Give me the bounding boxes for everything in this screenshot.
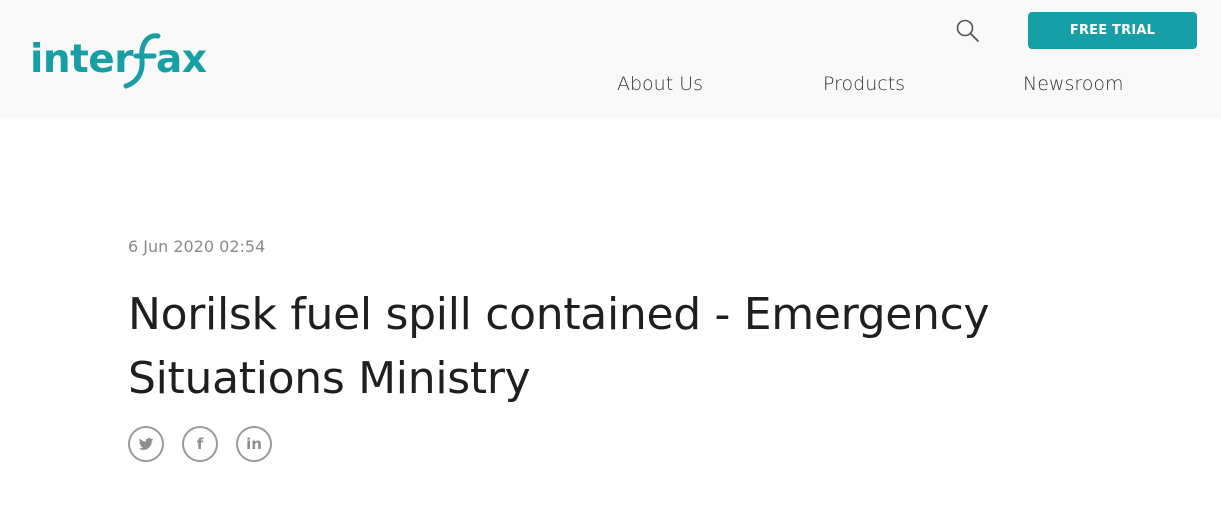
twitter-icon [138, 438, 154, 450]
svg-text:inter: inter [30, 37, 134, 82]
nav-item-about-us[interactable]: About Us [617, 73, 703, 95]
linkedin-icon: in [246, 434, 262, 453]
facebook-icon: f [196, 434, 204, 453]
svg-text:ax: ax [156, 37, 207, 82]
interfax-logo[interactable]: inter ax [30, 26, 220, 90]
search-icon[interactable] [955, 18, 981, 44]
nav-item-products[interactable]: Products [823, 73, 905, 95]
nav-item-newsroom[interactable]: Newsroom [1023, 73, 1124, 95]
article-title: Norilsk fuel spill contained - Emergency… [128, 289, 990, 404]
site-header: inter ax FREE TRIAL About Us Products Ne… [0, 0, 1221, 118]
article-date: 6 Jun 2020 02:54 [128, 237, 266, 256]
interfax-logo-icon: inter ax [30, 33, 207, 89]
linkedin-share-button[interactable]: in [236, 426, 272, 462]
twitter-share-button[interactable] [128, 426, 164, 462]
free-trial-button[interactable]: FREE TRIAL [1028, 12, 1197, 49]
facebook-share-button[interactable]: f [182, 426, 218, 462]
